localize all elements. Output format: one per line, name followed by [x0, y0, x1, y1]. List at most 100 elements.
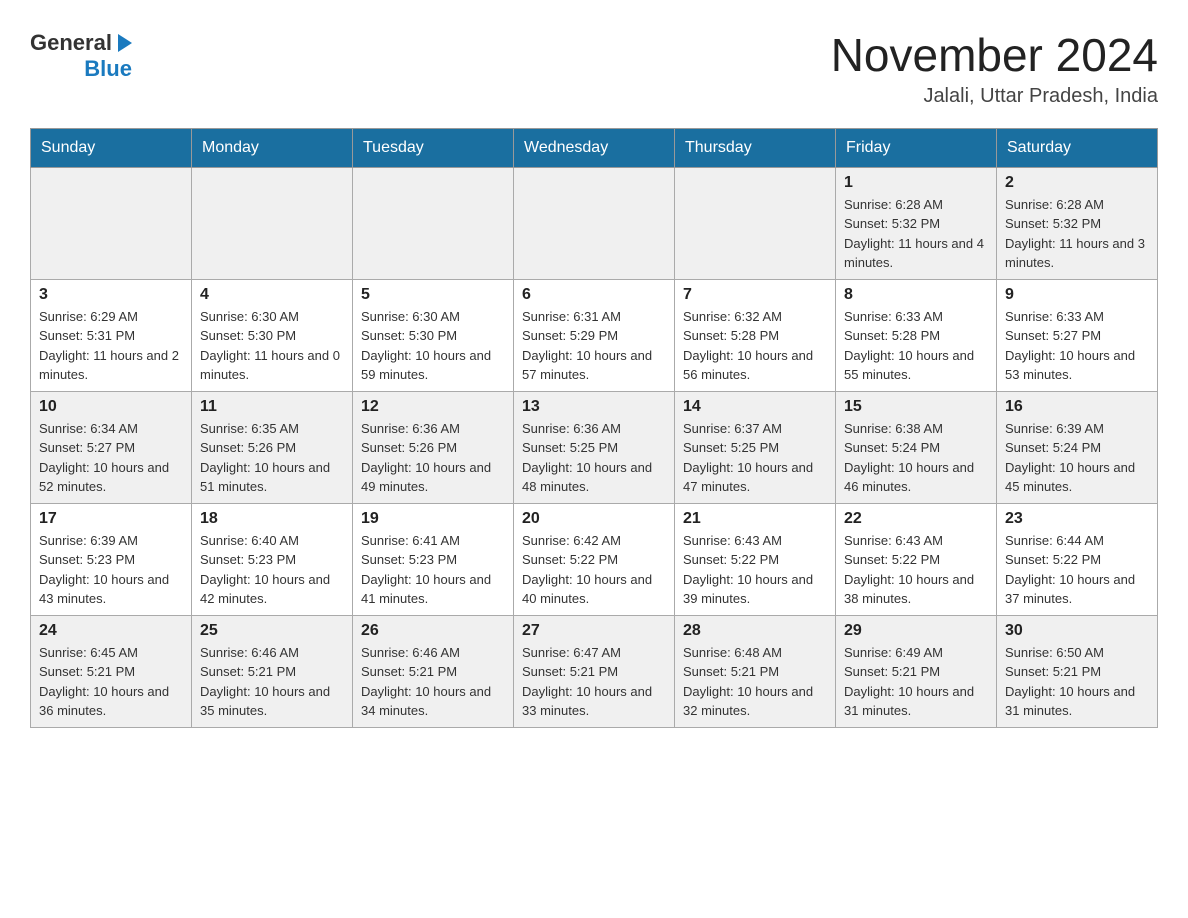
- day-info: Sunrise: 6:50 AMSunset: 5:21 PMDaylight:…: [1005, 643, 1149, 721]
- day-info: Sunrise: 6:36 AMSunset: 5:26 PMDaylight:…: [361, 419, 505, 497]
- day-info: Sunrise: 6:34 AMSunset: 5:27 PMDaylight:…: [39, 419, 183, 497]
- day-info: Sunrise: 6:39 AMSunset: 5:24 PMDaylight:…: [1005, 419, 1149, 497]
- day-number: 29: [844, 622, 988, 640]
- calendar-cell: 3Sunrise: 6:29 AMSunset: 5:31 PMDaylight…: [31, 279, 192, 391]
- day-number: 18: [200, 510, 344, 528]
- day-number: 14: [683, 398, 827, 416]
- calendar-cell: 5 Sunrise: 6:30 AMSunset: 5:30 PMDaylight…: [353, 279, 514, 391]
- day-info: Sunrise: 6:35 AMSunset: 5:26 PMDaylight:…: [200, 419, 344, 497]
- day-number: 27: [522, 622, 666, 640]
- day-info: Sunrise: 6:40 AMSunset: 5:23 PMDaylight:…: [200, 531, 344, 609]
- day-info: Sunrise: 6:33 AMSunset: 5:28 PMDaylight:…: [844, 307, 988, 385]
- calendar-cell: 22 Sunrise: 6:43 AMSunset: 5:22 PMDayligh…: [836, 503, 997, 615]
- day-info: Sunrise: 6:31 AMSunset: 5:29 PMDaylight:…: [522, 307, 666, 385]
- day-info: Sunrise: 6:30 AMSunset: 5:30 PMDaylight:…: [361, 307, 505, 385]
- logo-general-text: General: [30, 30, 112, 56]
- day-number: 2: [1005, 174, 1149, 192]
- calendar-cell: 17Sunrise: 6:39 AMSunset: 5:23 PMDayligh…: [31, 503, 192, 615]
- calendar-week-row: 10 Sunrise: 6:34 AMSunset: 5:27 PMDayligh…: [31, 391, 1158, 503]
- logo-arrow-icon: [114, 32, 136, 54]
- day-info: Sunrise: 6:33 AMSunset: 5:27 PMDaylight:…: [1005, 307, 1149, 385]
- calendar-cell: 26 Sunrise: 6:46 AMSunset: 5:21 PMDayligh…: [353, 615, 514, 727]
- calendar-cell: [514, 167, 675, 279]
- title-section: November 2024 Jalali, Uttar Pradesh, Ind…: [831, 30, 1158, 108]
- calendar-cell: [675, 167, 836, 279]
- logo: General Blue: [30, 30, 136, 82]
- calendar-week-row: 1 Sunrise: 6:28 AMSunset: 5:32 PMDaylight…: [31, 167, 1158, 279]
- calendar-cell: 8 Sunrise: 6:33 AMSunset: 5:28 PMDaylight…: [836, 279, 997, 391]
- calendar-cell: 30 Sunrise: 6:50 AMSunset: 5:21 PMDayligh…: [997, 615, 1158, 727]
- day-number: 12: [361, 398, 505, 416]
- day-number: 26: [361, 622, 505, 640]
- calendar-cell: 10 Sunrise: 6:34 AMSunset: 5:27 PMDayligh…: [31, 391, 192, 503]
- day-number: 25: [200, 622, 344, 640]
- calendar-cell: 27 Sunrise: 6:47 AMSunset: 5:21 PMDayligh…: [514, 615, 675, 727]
- calendar-header-row: SundayMondayTuesdayWednesdayThursdayFrid…: [31, 128, 1158, 167]
- day-info: Sunrise: 6:42 AMSunset: 5:22 PMDaylight:…: [522, 531, 666, 609]
- day-info: Sunrise: 6:36 AMSunset: 5:25 PMDaylight:…: [522, 419, 666, 497]
- day-info: Sunrise: 6:47 AMSunset: 5:21 PMDaylight:…: [522, 643, 666, 721]
- day-number: 11: [200, 398, 344, 416]
- day-number: 9: [1005, 286, 1149, 304]
- day-number: 10: [39, 398, 183, 416]
- day-info: Sunrise: 6:28 AMSunset: 5:32 PMDaylight:…: [1005, 195, 1149, 273]
- calendar-cell: [192, 167, 353, 279]
- calendar-cell: 14 Sunrise: 6:37 AMSunset: 5:25 PMDayligh…: [675, 391, 836, 503]
- day-info: Sunrise: 6:37 AMSunset: 5:25 PMDaylight:…: [683, 419, 827, 497]
- day-info: Sunrise: 6:46 AMSunset: 5:21 PMDaylight:…: [361, 643, 505, 721]
- day-number: 13: [522, 398, 666, 416]
- day-number: 22: [844, 510, 988, 528]
- calendar-cell: 2 Sunrise: 6:28 AMSunset: 5:32 PMDaylight…: [997, 167, 1158, 279]
- day-number: 4: [200, 286, 344, 304]
- calendar-cell: 29 Sunrise: 6:49 AMSunset: 5:21 PMDayligh…: [836, 615, 997, 727]
- page-header: General Blue November 2024 Jalali, Uttar…: [30, 30, 1158, 108]
- calendar-header-tuesday: Tuesday: [353, 128, 514, 167]
- day-info: Sunrise: 6:28 AMSunset: 5:32 PMDaylight:…: [844, 195, 988, 273]
- calendar-cell: 18 Sunrise: 6:40 AMSunset: 5:23 PMDayligh…: [192, 503, 353, 615]
- calendar-cell: 13 Sunrise: 6:36 AMSunset: 5:25 PMDayligh…: [514, 391, 675, 503]
- location-text: Jalali, Uttar Pradesh, India: [831, 85, 1158, 108]
- calendar-header-sunday: Sunday: [31, 128, 192, 167]
- calendar-cell: 24Sunrise: 6:45 AMSunset: 5:21 PMDayligh…: [31, 615, 192, 727]
- day-info: Sunrise: 6:32 AMSunset: 5:28 PMDaylight:…: [683, 307, 827, 385]
- calendar-header-saturday: Saturday: [997, 128, 1158, 167]
- calendar-cell: 28Sunrise: 6:48 AMSunset: 5:21 PMDayligh…: [675, 615, 836, 727]
- day-info: Sunrise: 6:38 AMSunset: 5:24 PMDaylight:…: [844, 419, 988, 497]
- day-number: 8: [844, 286, 988, 304]
- calendar-cell: [353, 167, 514, 279]
- day-info: Sunrise: 6:49 AMSunset: 5:21 PMDaylight:…: [844, 643, 988, 721]
- calendar-week-row: 3Sunrise: 6:29 AMSunset: 5:31 PMDaylight…: [31, 279, 1158, 391]
- day-info: Sunrise: 6:30 AMSunset: 5:30 PMDaylight:…: [200, 307, 344, 385]
- day-info: Sunrise: 6:46 AMSunset: 5:21 PMDaylight:…: [200, 643, 344, 721]
- day-number: 7: [683, 286, 827, 304]
- day-number: 17: [39, 510, 183, 528]
- day-info: Sunrise: 6:44 AMSunset: 5:22 PMDaylight:…: [1005, 531, 1149, 609]
- calendar-week-row: 24Sunrise: 6:45 AMSunset: 5:21 PMDayligh…: [31, 615, 1158, 727]
- day-number: 6: [522, 286, 666, 304]
- day-number: 23: [1005, 510, 1149, 528]
- day-number: 28: [683, 622, 827, 640]
- day-number: 30: [1005, 622, 1149, 640]
- day-number: 24: [39, 622, 183, 640]
- day-number: 5: [361, 286, 505, 304]
- month-title: November 2024: [831, 30, 1158, 81]
- day-info: Sunrise: 6:43 AMSunset: 5:22 PMDaylight:…: [844, 531, 988, 609]
- calendar-cell: 11 Sunrise: 6:35 AMSunset: 5:26 PMDayligh…: [192, 391, 353, 503]
- calendar-cell: 25 Sunrise: 6:46 AMSunset: 5:21 PMDayligh…: [192, 615, 353, 727]
- calendar-cell: 9 Sunrise: 6:33 AMSunset: 5:27 PMDaylight…: [997, 279, 1158, 391]
- calendar-header-monday: Monday: [192, 128, 353, 167]
- day-number: 3: [39, 286, 183, 304]
- calendar-cell: 6 Sunrise: 6:31 AMSunset: 5:29 PMDaylight…: [514, 279, 675, 391]
- day-number: 15: [844, 398, 988, 416]
- day-number: 1: [844, 174, 988, 192]
- day-number: 16: [1005, 398, 1149, 416]
- calendar-cell: 12 Sunrise: 6:36 AMSunset: 5:26 PMDayligh…: [353, 391, 514, 503]
- calendar-cell: 20 Sunrise: 6:42 AMSunset: 5:22 PMDayligh…: [514, 503, 675, 615]
- calendar-cell: 1 Sunrise: 6:28 AMSunset: 5:32 PMDaylight…: [836, 167, 997, 279]
- day-info: Sunrise: 6:41 AMSunset: 5:23 PMDaylight:…: [361, 531, 505, 609]
- calendar-header-thursday: Thursday: [675, 128, 836, 167]
- day-number: 20: [522, 510, 666, 528]
- logo-blue-text: Blue: [84, 56, 132, 82]
- calendar-cell: 21Sunrise: 6:43 AMSunset: 5:22 PMDayligh…: [675, 503, 836, 615]
- calendar-header-friday: Friday: [836, 128, 997, 167]
